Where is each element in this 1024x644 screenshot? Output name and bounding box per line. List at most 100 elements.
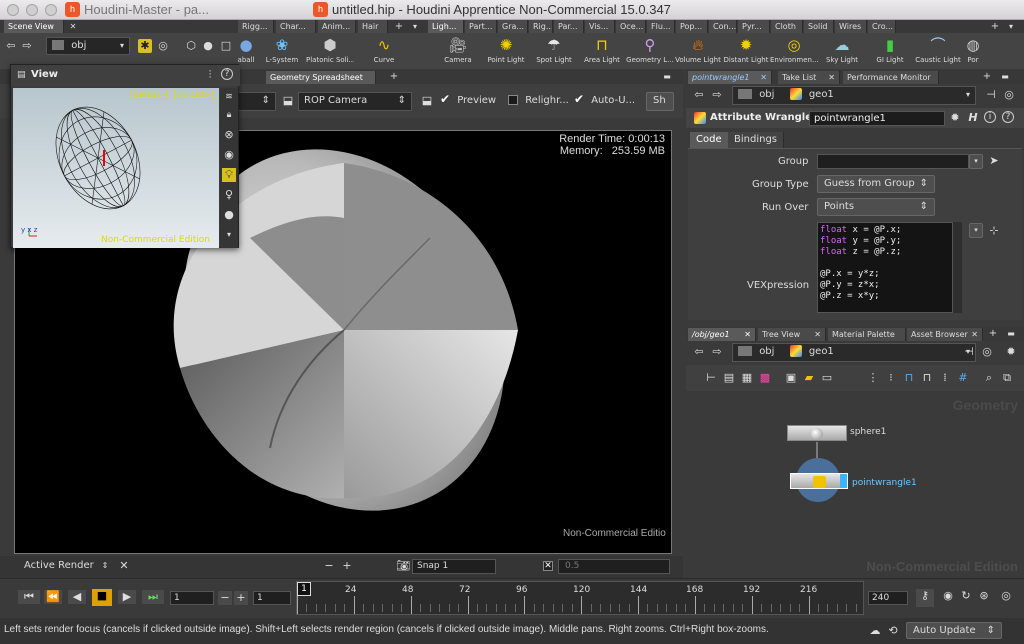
preview-checkbox[interactable]: ✔	[440, 93, 450, 105]
close-tab-icon[interactable]: ✕	[828, 71, 835, 84]
tab-shelf-right-11[interactable]: Cloth	[771, 20, 803, 33]
shelf-tool-right-9[interactable]: ▮ GI Light	[866, 33, 914, 69]
run-over-menu[interactable]: Points ⇕	[817, 198, 935, 216]
pin-icon[interactable]: ⊣	[984, 88, 998, 102]
vexpression-editor[interactable]: float x = @P.x; float y = @P.y; float z = …	[817, 222, 953, 313]
back-arrow-icon[interactable]: ⇦	[4, 39, 18, 53]
tab-network-2[interactable]: Material Palette✕	[828, 328, 906, 341]
flag-blue-icon[interactable]: ⊓	[902, 371, 916, 385]
preview-toggle[interactable]: ✔ Preview	[440, 93, 496, 106]
layout-icon[interactable]: ⁝	[884, 371, 898, 385]
tab-bindings[interactable]: Bindings	[728, 132, 784, 148]
current-frame-field[interactable]: 1	[170, 591, 214, 605]
camera-snapshot-icon[interactable]: 📷︎	[396, 559, 410, 573]
play-forward-button[interactable]: ▶	[118, 590, 136, 604]
color-palette-icon[interactable]: ▩	[758, 371, 772, 385]
update-mode-icon[interactable]: ⟲	[886, 624, 900, 638]
shelf-tool-right-10[interactable]: ⌒ Caustic Light	[914, 33, 962, 69]
info-icon[interactable]: i	[984, 111, 996, 123]
add-spare-params-icon[interactable]: ⊹	[987, 224, 1001, 238]
tab-shelf-right-7[interactable]: Flu...	[647, 20, 675, 33]
forward-arrow-icon[interactable]: ⇨	[710, 345, 724, 359]
sphere-node[interactable]	[787, 425, 847, 441]
close-render-icon[interactable]: ✕	[117, 559, 131, 573]
add-shelf-tab-icon[interactable]: +	[392, 20, 406, 34]
scroll-down-icon[interactable]: ▾	[222, 228, 236, 242]
node-name-field[interactable]: pointwrangle1	[809, 111, 945, 126]
tab-shelf-right-1[interactable]: Part...	[465, 20, 497, 33]
tab-shelf-right-3[interactable]: Rig...	[529, 20, 553, 33]
tab-shelf-right-14[interactable]: Cro...	[868, 20, 896, 33]
forward-arrow-icon[interactable]: ⇨	[710, 88, 724, 102]
shelf-tool-right-2[interactable]: ☂ Spot Light	[530, 33, 578, 69]
snap-compare-checkbox[interactable]: ✕	[543, 561, 553, 571]
shelf-tool-right-0[interactable]: 🎥︎ Camera	[434, 33, 482, 69]
plus-icon[interactable]: +	[340, 559, 354, 573]
auto-update-checkbox[interactable]: ✔	[574, 93, 584, 105]
tab-network-1[interactable]: Tree View ✕	[758, 328, 826, 341]
light-bulb-icon[interactable]: 💡︎	[222, 168, 236, 182]
shelf-tool-right-8[interactable]: ☁ Sky Light	[818, 33, 866, 69]
close-tab-icon[interactable]: ✕	[744, 328, 751, 341]
shelf-tool-right-4[interactable]: ⚲ Geometry L...	[626, 33, 674, 69]
add-tab-icon[interactable]: +	[980, 70, 994, 84]
box-icon[interactable]: ⬡	[184, 39, 198, 53]
shelf-tool-right-5[interactable]: 🔥︎ Volume Light	[674, 33, 722, 69]
audio-icon[interactable]: ⊛	[976, 589, 992, 607]
flag-gray-icon[interactable]: ⊓	[920, 371, 934, 385]
shelf-tool-right-3[interactable]: ⊓ Area Light	[578, 33, 626, 69]
search-icon[interactable]: ⌕	[982, 371, 996, 385]
auto-update-toggle[interactable]: ✔ Auto-U...	[574, 93, 635, 106]
group-field[interactable]	[817, 154, 969, 169]
jump-to-start-button[interactable]: ⏮	[18, 590, 40, 604]
tab-shelf-right-5[interactable]: Vis...	[585, 20, 615, 33]
snap-blend-field[interactable]: 0.5	[558, 559, 670, 574]
shelf-menu-icon[interactable]: ▾	[408, 20, 422, 34]
list-view-icon[interactable]: ▤	[722, 371, 736, 385]
global-animation-options-icon[interactable]: ◎	[996, 589, 1016, 607]
add-tab-icon[interactable]: +	[986, 327, 1000, 341]
tab-shelf-right-12[interactable]: Solid	[804, 20, 834, 33]
close-tab-icon[interactable]: ✕	[971, 328, 978, 341]
gear-icon[interactable]: ✹	[948, 111, 962, 125]
shelf-tool-right-6[interactable]: ✹ Distant Light	[722, 33, 770, 69]
shelf-tool-2[interactable]: ⬢ Platonic Soli...	[306, 33, 354, 69]
render-output-icon[interactable]: ⬓	[420, 94, 434, 108]
tab-shelf-right-8[interactable]: Pop...	[676, 20, 708, 33]
close-tab-icon[interactable]: ✕	[760, 71, 767, 84]
viewport[interactable]: persp1- no cam- y x z Non-Commercial Edi…	[13, 88, 219, 248]
back-arrow-icon[interactable]: ⇦	[692, 345, 706, 359]
tab-shelf-3[interactable]: Anim...	[318, 20, 356, 33]
headlight-icon[interactable]: ●	[222, 208, 236, 222]
playhead[interactable]: 1	[297, 582, 311, 596]
tab-shelf-right-0[interactable]: Ligh...	[428, 20, 464, 33]
frame-icon[interactable]: ⧉	[1000, 371, 1014, 385]
shelf-tool-3[interactable]: ∿ Curve	[360, 33, 408, 69]
tab-network-0[interactable]: /obj/geo1 ✕	[688, 328, 756, 341]
group-type-menu[interactable]: Guess from Group ⇕	[817, 175, 935, 193]
pin-icon[interactable]: ✱	[138, 39, 152, 53]
frame-minus-button[interactable]: −	[218, 591, 232, 605]
light-linking-icon[interactable]: ♀	[222, 188, 236, 202]
close-tab-icon[interactable]: ✕	[814, 328, 821, 341]
tab-network-3[interactable]: Asset Browser ✕	[907, 328, 983, 341]
tab-shelf-right-13[interactable]: Wires	[835, 20, 867, 33]
network-path-obj[interactable]: obj	[759, 346, 774, 357]
shelf-tool-right-1[interactable]: ✺ Point Light	[482, 33, 530, 69]
relight-checkbox[interactable]	[508, 95, 518, 105]
tab-param-0[interactable]: pointwrangle1 ✕	[688, 71, 772, 84]
cloud-icon[interactable]: ☁	[868, 624, 882, 638]
network-icon[interactable]: ◎	[980, 345, 994, 359]
grid-icon[interactable]: #	[956, 371, 970, 385]
scene-path-dropdown[interactable]: obj ▾	[46, 37, 130, 55]
tree-layout-icon[interactable]: ⊢	[704, 371, 718, 385]
tab-shelf-right-4[interactable]: Par...	[554, 20, 584, 33]
pointwrangle-node[interactable]	[790, 473, 848, 489]
select-arrow-icon[interactable]: ➤	[987, 154, 1001, 168]
lock-icon[interactable]: 🔒︎	[222, 108, 236, 122]
pane-menu-icon[interactable]: ▬	[998, 70, 1012, 84]
active-render-dropdown-icon[interactable]: ⇕	[98, 559, 112, 573]
play-reverse-button[interactable]: ◀	[68, 590, 86, 604]
close-tab-icon[interactable]: ✕	[66, 20, 80, 34]
network-box-icon[interactable]: ▭	[820, 371, 834, 385]
